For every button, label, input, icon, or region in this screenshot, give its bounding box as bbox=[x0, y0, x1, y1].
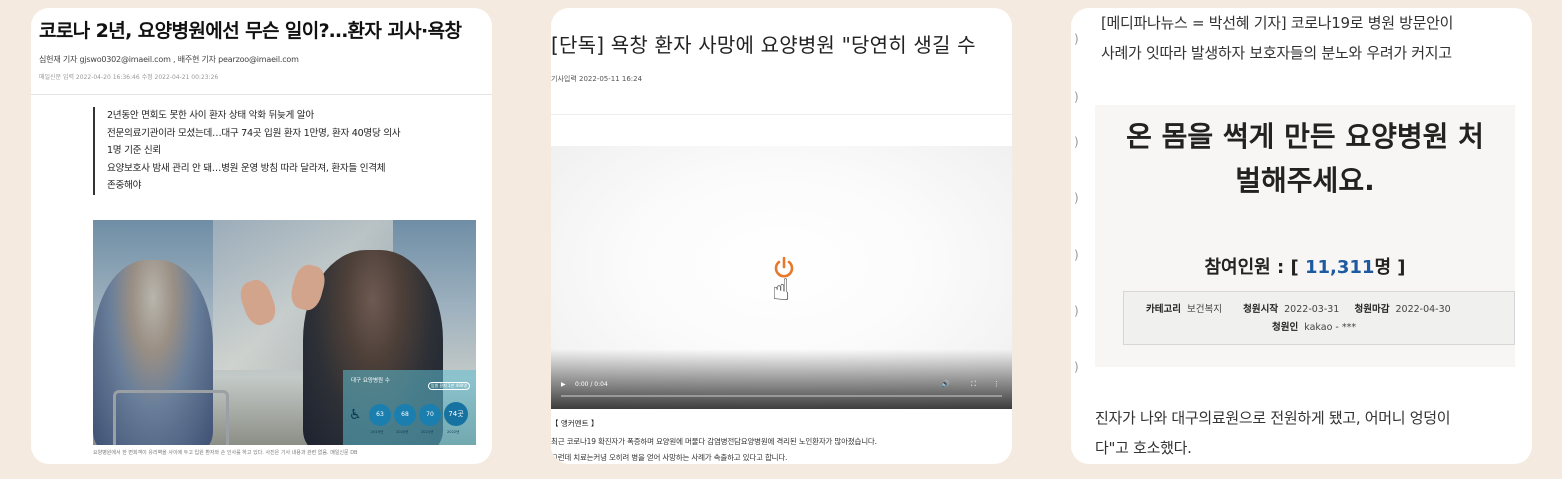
more-options-icon[interactable]: ⋮ bbox=[993, 380, 1000, 388]
infographic-value: 70 bbox=[419, 404, 441, 426]
infographic-year: 2019년 bbox=[371, 430, 384, 434]
wheelchair-icon: ♿ bbox=[349, 407, 362, 423]
fullscreen-icon[interactable]: ⛶ bbox=[971, 380, 976, 389]
summary-line: 요양보호사 밤새 관리 안 돼…병원 운영 방침 따라 달라져, 환자들 인격체 bbox=[107, 162, 386, 174]
decorative-paren: ) bbox=[1074, 32, 1079, 46]
infographic-badge: 입원 환자 1만 490명 bbox=[427, 382, 470, 390]
body-line: 진자가 나와 대구의료원으로 전원하게 됐고, 어머니 엉덩이 bbox=[1095, 409, 1451, 427]
decorative-paren: ) bbox=[1074, 90, 1079, 104]
summary-line: 1명 기준 신뢰 bbox=[107, 145, 161, 156]
article-card-2: [단독] 욕창 환자 사망에 요양병원 "당연히 생길 수 기사입력 2022-… bbox=[551, 8, 1012, 464]
petition-info: 카테고리 보건복지 청원시작 2022-03-31 청원마감 2022-04-3… bbox=[1123, 291, 1515, 345]
article-photo: 대구 요양병원 수 입원 환자 1만 490명 ♿ 63 68 70 74곳 2… bbox=[93, 220, 476, 445]
category-label: 카테고리 bbox=[1146, 304, 1181, 315]
summary-line: 존중해야 bbox=[107, 180, 142, 191]
petitioner-value: kakao - *** bbox=[1304, 322, 1357, 333]
infographic-year: 2020년 bbox=[396, 430, 409, 434]
infographic-year: 2021년 bbox=[421, 430, 434, 434]
pointer-hand-icon: ☝ bbox=[772, 273, 791, 308]
divider bbox=[551, 114, 1012, 115]
article-date: 기사입력 2022-05-11 16:24 bbox=[551, 75, 643, 83]
divider bbox=[31, 94, 492, 95]
infographic-value: 74곳 bbox=[444, 402, 468, 426]
start-value: 2022-03-31 bbox=[1284, 304, 1340, 315]
anchor-label: 【 앵커멘트 】 bbox=[551, 419, 599, 428]
petition-info-row: 카테고리 보건복지 청원시작 2022-03-31 청원마감 2022-04-3… bbox=[1146, 301, 1451, 315]
body-line: 최근 코로나19 확진자가 폭증하며 요양원에 머물다 감염병전담요양병원에 격… bbox=[551, 437, 877, 446]
category-value: 보건복지 bbox=[1187, 304, 1222, 315]
petition-count: 참여인원 : [ 11,311명 ] bbox=[1095, 253, 1515, 279]
article-card-3: ) ) ) ) ) ) ) [메디파나뉴스 = 박선혜 기자] 코로나19로 병… bbox=[1071, 8, 1532, 464]
summary-line: 2년동안 면회도 못한 사이 환자 상태 악화 뒤늦게 알아 bbox=[107, 110, 314, 121]
petitioner-label: 청원인 bbox=[1272, 322, 1299, 333]
walker bbox=[113, 390, 229, 445]
article-title[interactable]: 코로나 2년, 요양병원에선 무슨 일이?…환자 괴사·욕창 bbox=[39, 16, 462, 43]
petition-box: 온 몸을 썩게 만든 요양병원 처 벌해주세요. 참여인원 : [ 11,311… bbox=[1095, 105, 1515, 367]
decorative-paren: ) bbox=[1074, 191, 1079, 205]
body-line: 다"고 호소했다. bbox=[1095, 439, 1192, 457]
article-body: 최근 코로나19 확진자가 폭증하며 요양원에 머물다 감염병전담요양병원에 격… bbox=[551, 434, 1012, 464]
infographic: 대구 요양병원 수 입원 환자 1만 490명 ♿ 63 68 70 74곳 2… bbox=[343, 370, 476, 445]
infographic-value: 63 bbox=[369, 404, 391, 426]
article-title[interactable]: [단독] 욕창 환자 사망에 요양병원 "당연히 생길 수 bbox=[551, 29, 976, 58]
body-line: 사례가 잇따라 발생하자 보호자들의 분노와 우려가 커지고 bbox=[1101, 44, 1452, 62]
petition-title: 온 몸을 썩게 만든 요양병원 처 벌해주세요. bbox=[1095, 115, 1515, 203]
end-value: 2022-04-30 bbox=[1395, 304, 1451, 315]
infographic-year: 2022년 bbox=[447, 430, 460, 434]
decorative-paren: ) bbox=[1074, 248, 1079, 262]
infographic-heading: 대구 요양병원 수 bbox=[351, 378, 390, 384]
end-label: 청원마감 bbox=[1354, 304, 1390, 315]
article-body-bottom: 진자가 나와 대구의료원으로 전원하게 됐고, 어머니 엉덩이 다"고 호소했다… bbox=[1095, 403, 1532, 463]
count-label: 참여인원 : [ bbox=[1204, 257, 1305, 278]
count-unit: 명 ] bbox=[1374, 257, 1406, 278]
video-player[interactable]: ☝ ▶ 0:00 / 0:04 🔊 ⛶ ⋮ bbox=[551, 146, 1012, 409]
start-label: 청원시작 bbox=[1243, 304, 1279, 315]
play-icon[interactable]: ▶ bbox=[561, 381, 569, 388]
photo-caption: 요양병원에서 한 면회객이 유리벽을 사이에 두고 입원 환자와 손 인사를 하… bbox=[93, 450, 358, 456]
decorative-paren: ) bbox=[1074, 360, 1079, 374]
article-summary: 2년동안 면회도 못한 사이 환자 상태 악화 뒤늦게 알아 전문의료기관이라 … bbox=[93, 107, 492, 195]
video-progress-bar[interactable] bbox=[561, 395, 1002, 397]
article-date: 매일신문 입력 2022-04-20 16:36:46 수정 2022-04-2… bbox=[39, 74, 219, 81]
petition-title-line: 온 몸을 썩게 만든 요양병원 처 bbox=[1126, 120, 1484, 153]
article-body-top: [메디파나뉴스 = 박선혜 기자] 코로나19로 병원 방문안이 사례가 잇따라… bbox=[1101, 8, 1532, 68]
count-value: 11,311 bbox=[1304, 257, 1375, 278]
petition-info-row: 청원인 kakao - *** bbox=[1272, 319, 1356, 333]
decorative-paren: ) bbox=[1074, 135, 1079, 149]
video-time: 0:00 / 0:04 bbox=[575, 380, 608, 388]
petition-title-line: 벌해주세요. bbox=[1235, 164, 1375, 197]
video-controls: ▶ 0:00 / 0:04 🔊 ⛶ ⋮ bbox=[561, 377, 1002, 391]
body-line: [메디파나뉴스 = 박선혜 기자] 코로나19로 병원 방문안이 bbox=[1101, 14, 1454, 32]
article-byline: 심헌재 기자 gjswo0302@imaeil.com , 배주현 기자 pea… bbox=[39, 55, 299, 64]
infographic-value: 68 bbox=[394, 404, 416, 426]
body-line: 그런데 치료는커녕 오히려 병을 얻어 사망하는 사례가 속출하고 있다고 합니… bbox=[551, 452, 788, 462]
decorative-paren: ) bbox=[1074, 304, 1079, 318]
summary-line: 전문의료기관이라 모셨는데…대구 74곳 입원 환자 1만명, 환자 40명당 … bbox=[107, 127, 401, 139]
article-card-1: 코로나 2년, 요양병원에선 무슨 일이?…환자 괴사·욕창 심헌재 기자 gj… bbox=[31, 8, 492, 464]
volume-icon[interactable]: 🔊 bbox=[941, 380, 950, 388]
